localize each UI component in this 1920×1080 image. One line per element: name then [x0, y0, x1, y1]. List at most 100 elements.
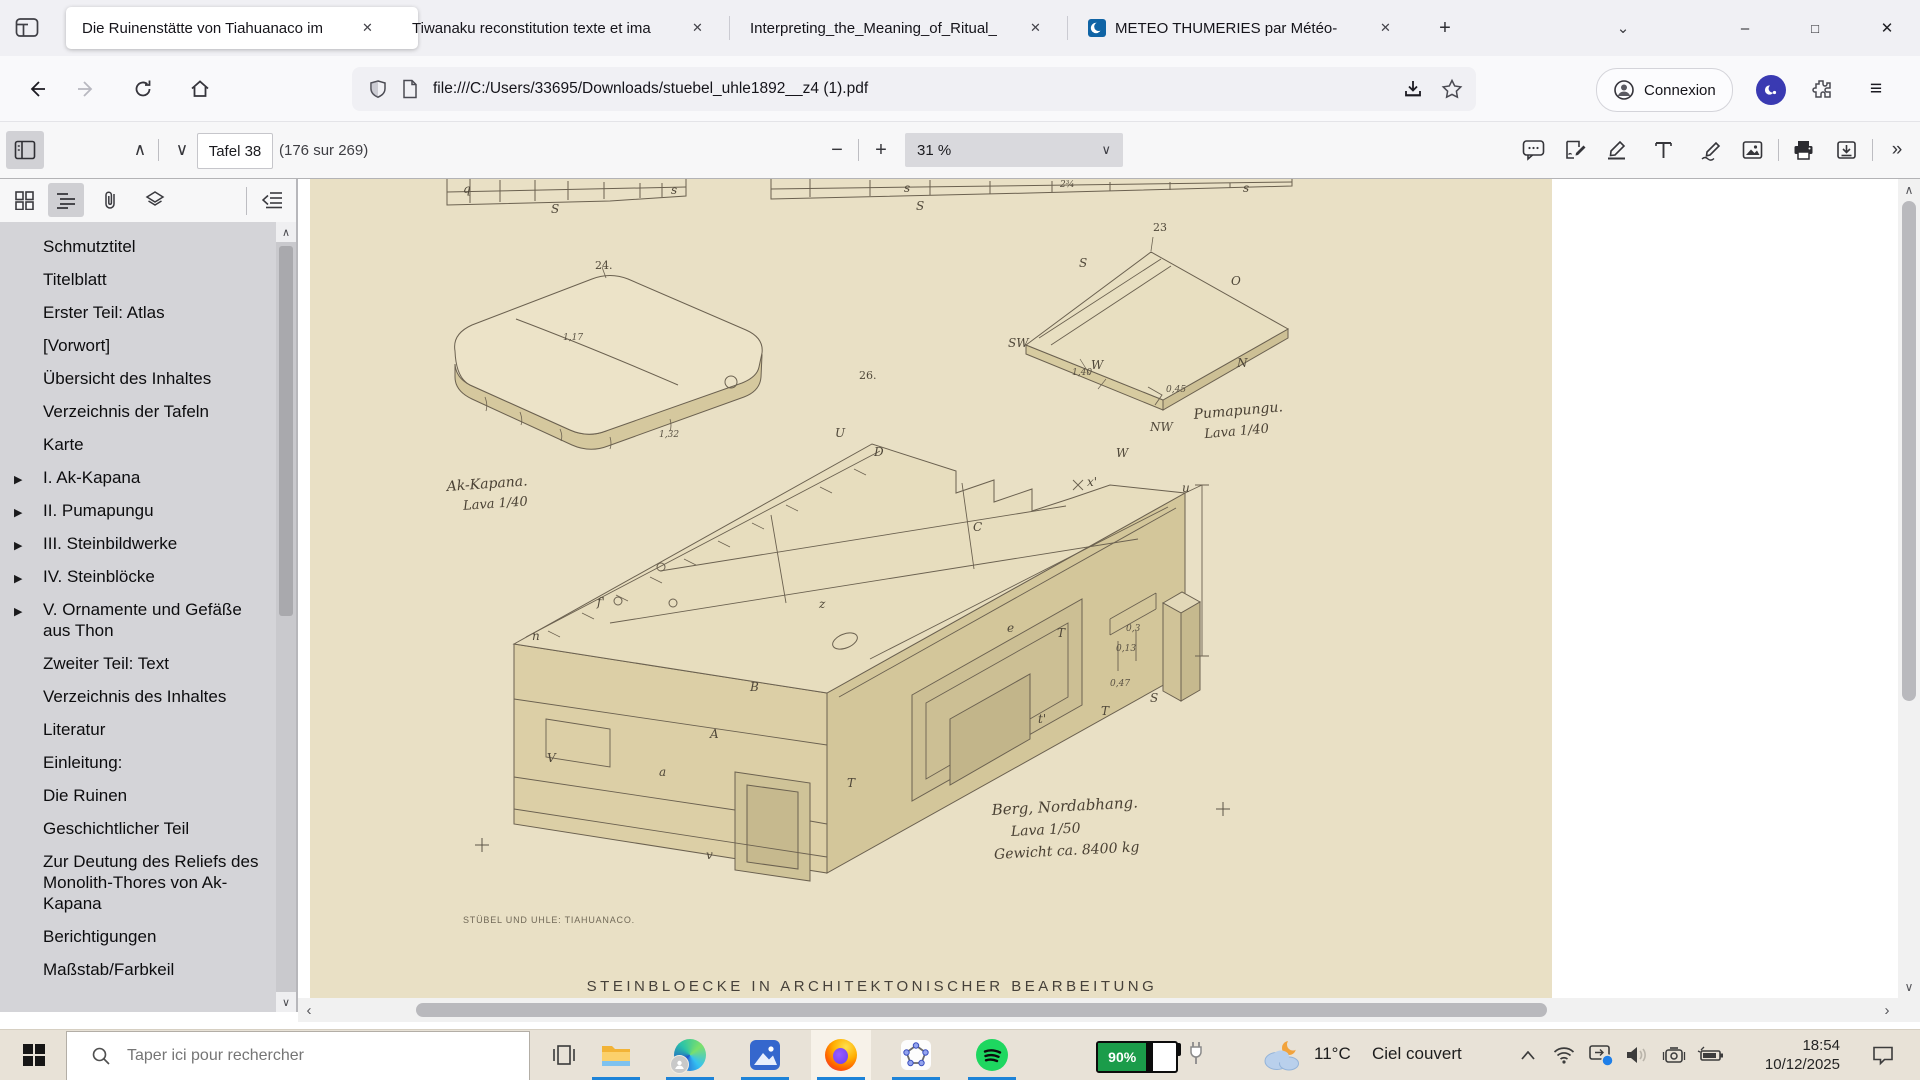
outline-item[interactable]: ▶III. Steinbildwerke — [0, 527, 276, 560]
outline-item[interactable]: Erster Teil: Atlas — [0, 296, 276, 329]
notification-center-button[interactable] — [1868, 1043, 1898, 1067]
reload-button[interactable] — [123, 69, 163, 109]
weather-condition[interactable]: Ciel couvert — [1372, 1044, 1462, 1064]
outline-item[interactable]: Die Ruinen — [0, 779, 276, 812]
comment-tool-button[interactable] — [1514, 131, 1552, 169]
more-tools-button[interactable]: » — [1878, 131, 1916, 169]
outline-item[interactable]: Einleitung: — [0, 746, 276, 779]
scroll-up-arrow[interactable]: ∧ — [276, 222, 296, 242]
bookmark-star-icon[interactable] — [1432, 78, 1472, 100]
scroll-right-arrow[interactable]: › — [1878, 998, 1896, 1022]
window-maximize-button[interactable]: □ — [1790, 8, 1840, 48]
tab-tiahuanaco[interactable]: Die Ruinenstätte von Tiahuanaco im ✕ — [66, 7, 418, 49]
outline-item[interactable]: ▶II. Pumapungu — [0, 494, 276, 527]
extensions-puzzle-button[interactable] — [1802, 69, 1842, 109]
search-input[interactable] — [125, 1046, 429, 1066]
clock[interactable]: 18:54 10/12/2025 — [1745, 1036, 1840, 1074]
tab-interpreting[interactable]: Interpreting_the_Meaning_of_Ritual_ ✕ — [736, 7, 1084, 49]
outline-item[interactable]: Literatur — [0, 713, 276, 746]
thumbnails-view-button[interactable] — [6, 183, 42, 217]
expand-arrow-icon[interactable]: ▶ — [14, 470, 22, 491]
taskbar-file-explorer[interactable] — [586, 1030, 646, 1080]
expand-arrow-icon[interactable]: ▶ — [14, 569, 22, 590]
outline-item[interactable]: [Vorwort] — [0, 329, 276, 362]
vertical-scrollbar[interactable]: ∧ ∨ — [1898, 179, 1920, 998]
tray-expand-button[interactable] — [1516, 1043, 1540, 1067]
outline-item[interactable]: Verzeichnis der Tafeln — [0, 395, 276, 428]
image-tool-button[interactable] — [1733, 131, 1771, 169]
list-all-tabs-button[interactable]: ⌄ — [1606, 12, 1640, 44]
taskbar-search[interactable] — [66, 1031, 530, 1080]
text-tool-button[interactable] — [1644, 131, 1682, 169]
print-button[interactable] — [1784, 131, 1822, 169]
pdf-page[interactable]: Ak-Kapana. Lava 1/40 Pumapungu. Lava 1/4… — [310, 179, 1552, 998]
outline-view-button[interactable] — [48, 183, 84, 217]
outline-item[interactable]: Zweiter Teil: Text — [0, 647, 276, 680]
back-button[interactable] — [17, 69, 57, 109]
outline-item[interactable]: Verzeichnis des Inhaltes — [0, 680, 276, 713]
camera-icon[interactable] — [1661, 1043, 1687, 1067]
app-menu-button[interactable]: ≡ — [1856, 69, 1896, 109]
task-view-button[interactable] — [534, 1030, 594, 1080]
tab-close-icon[interactable]: ✕ — [1026, 18, 1045, 38]
scroll-up-arrow[interactable]: ∧ — [1898, 181, 1920, 199]
outline-item[interactable]: Titelblatt — [0, 263, 276, 296]
volume-icon[interactable] — [1624, 1043, 1650, 1067]
outline-item[interactable]: Berichtigungen — [0, 920, 276, 953]
tab-meteo[interactable]: METEO THUMERIES par Météo- ✕ — [1076, 7, 1422, 49]
tab-close-icon[interactable]: ✕ — [688, 18, 707, 38]
scrollbar-thumb[interactable] — [279, 246, 293, 616]
taskbar-photos[interactable] — [735, 1030, 795, 1080]
forward-button[interactable] — [66, 69, 106, 109]
page-number-input[interactable] — [197, 133, 273, 169]
shield-icon[interactable] — [368, 79, 388, 99]
outline-item[interactable]: ▶I. Ak-Kapana — [0, 461, 276, 494]
signin-button[interactable]: Connexion — [1596, 68, 1733, 112]
zoom-in-button[interactable]: + — [862, 131, 900, 169]
taskbar-spotify[interactable] — [962, 1030, 1022, 1080]
battery-widget[interactable]: 90% — [1096, 1041, 1178, 1073]
scrollbar-thumb[interactable] — [416, 1003, 1547, 1017]
tab-tiwanaku[interactable]: Tiwanaku reconstitution texte et ima ✕ — [398, 7, 746, 49]
url-bar[interactable]: file:///C:/Users/33695/Downloads/stuebel… — [352, 67, 1476, 111]
draw-tool-button[interactable] — [1691, 131, 1729, 169]
extension-badge-icon[interactable] — [1756, 75, 1786, 105]
outline-item[interactable]: Maßstab/Farbkeil — [0, 953, 276, 986]
pdf-viewer[interactable]: Ak-Kapana. Lava 1/40 Pumapungu. Lava 1/4… — [298, 179, 1898, 998]
attachments-view-button[interactable] — [92, 183, 128, 217]
outline-item[interactable]: ▶IV. Steinblöcke — [0, 560, 276, 593]
tab-close-icon[interactable]: ✕ — [358, 18, 377, 38]
outline-item[interactable]: Zur Deutung des Reliefs des Monolith-Tho… — [0, 845, 276, 920]
firefox-view-button[interactable] — [10, 12, 44, 44]
tray-battery-icon[interactable] — [1697, 1043, 1725, 1067]
tab-close-icon[interactable]: ✕ — [1376, 18, 1395, 38]
scrollbar-thumb[interactable] — [1902, 201, 1916, 701]
highlight-tool-button[interactable] — [1597, 131, 1635, 169]
start-button[interactable] — [10, 1030, 58, 1080]
expand-arrow-icon[interactable]: ▶ — [14, 536, 22, 557]
new-tab-button[interactable]: + — [1428, 12, 1462, 44]
window-close-button[interactable]: ✕ — [1862, 8, 1912, 48]
wifi-icon[interactable] — [1552, 1043, 1576, 1067]
home-button[interactable] — [180, 69, 220, 109]
sidebar-scrollbar[interactable]: ∧ ∨ — [276, 222, 296, 1012]
previous-page-button[interactable]: ∧ — [121, 131, 159, 169]
expand-arrow-icon[interactable]: ▶ — [14, 503, 22, 524]
scroll-left-arrow[interactable]: ‹ — [300, 998, 318, 1022]
zoom-select[interactable]: 31 % ∨ — [905, 133, 1123, 167]
zoom-out-button[interactable]: − — [818, 131, 856, 169]
signature-tool-button[interactable] — [1556, 131, 1594, 169]
outline-item[interactable]: Karte — [0, 428, 276, 461]
url-text[interactable]: file:///C:/Users/33695/Downloads/stuebel… — [433, 80, 1394, 98]
weather-icon[interactable] — [1262, 1039, 1302, 1072]
toggle-sidebar-button[interactable] — [6, 131, 44, 169]
expand-arrow-icon[interactable]: ▶ — [14, 602, 22, 623]
taskbar-firefox[interactable] — [811, 1030, 871, 1080]
weather-temp[interactable]: 11°C — [1314, 1044, 1351, 1064]
taskbar-edge[interactable] — [660, 1030, 720, 1080]
downloads-icon[interactable] — [1394, 78, 1432, 100]
outline-item[interactable]: ▶V. Ornamente und Gefäße aus Thon — [0, 593, 276, 647]
taskbar-geogebra[interactable] — [886, 1030, 946, 1080]
save-button[interactable] — [1827, 131, 1865, 169]
sync-display-icon[interactable] — [1588, 1043, 1614, 1067]
